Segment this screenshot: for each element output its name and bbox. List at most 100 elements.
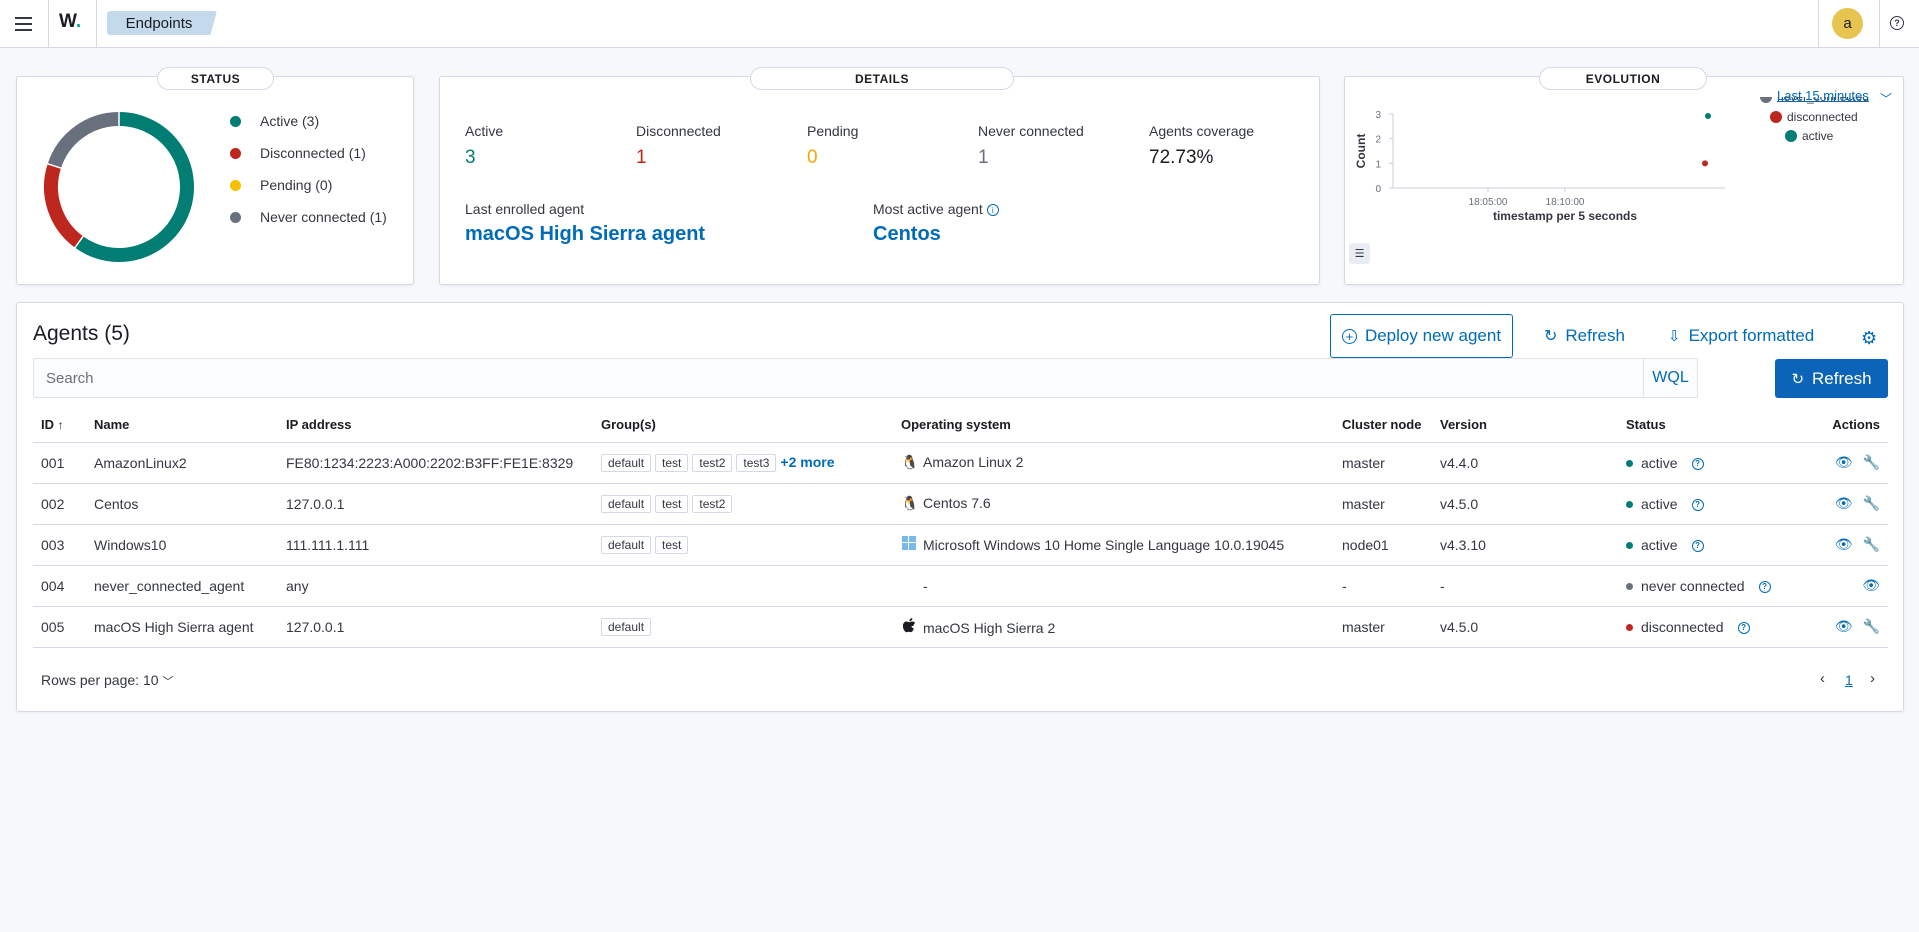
cell-status: active? [1618,483,1808,525]
time-range-link[interactable]: Last 15 minutes [1777,88,1869,103]
column-header-status[interactable]: Status [1618,408,1808,443]
legend-item-active[interactable]: Active (3) [230,113,319,129]
last-enrolled-agent-link[interactable]: macOS High Sierra agent [465,223,705,246]
legend-item-disconnected[interactable]: Disconnected (1) [230,145,366,161]
evolution-panel: EVOLUTION 0 1 2 3 18:05:00 18:10:00 timestamp … [1344,67,1904,285]
group-badge[interactable]: test [655,453,689,472]
stat-value-pending[interactable]: 0 [807,147,818,169]
app-logo[interactable]: W. [59,11,81,33]
group-badge[interactable]: default [601,535,652,554]
cell-name: Windows10 [86,524,278,566]
most-active-agent-link[interactable]: Centos [873,223,941,246]
group-badge[interactable]: default [601,617,652,636]
table-row[interactable]: 003 Windows10 111.111.1.111 default test … [33,524,1888,566]
help-icon[interactable]: ? [1890,16,1904,30]
column-label: ID [41,417,54,433]
y-axis-title: Count [1354,134,1368,169]
chevron-down-icon[interactable]: ﹀ [1880,90,1892,107]
configure-wrench-icon[interactable]: 🔧 [1863,618,1880,635]
column-header-os[interactable]: Operating system [893,408,1334,443]
os-label: Microsoft Windows 10 Home Single Languag… [923,537,1285,553]
stat-label-active: Active [465,123,504,139]
view-details-icon[interactable]: 👁 [1835,536,1853,553]
page-1-link[interactable]: 1 [1845,672,1853,688]
configure-wrench-icon[interactable]: 🔧 [1863,536,1880,553]
column-header-id[interactable]: ID ↑ [33,408,86,443]
group-badge[interactable]: default [601,453,652,472]
info-icon[interactable]: i [986,204,999,217]
group-badge[interactable]: default [601,494,652,513]
question-icon[interactable]: ? [1691,539,1704,552]
cell-name: Centos [86,483,278,525]
next-page-icon[interactable]: › [1870,670,1875,687]
question-icon[interactable]: ? [1737,621,1750,634]
stat-value-never-connected[interactable]: 1 [978,147,989,169]
table-row[interactable]: 001 AmazonLinux2 FE80:1234:2223:A000:220… [33,442,1888,484]
cell-id: 005 [33,606,86,648]
apple-icon [901,617,917,636]
deploy-new-agent-button[interactable]: + Deploy new agent [1330,314,1513,358]
column-header-ip[interactable]: IP address [278,408,593,443]
cell-cluster-node: node01 [1334,524,1432,566]
legend-item-pending[interactable]: Pending (0) [230,177,332,193]
refresh-link-button[interactable]: ↻ Refresh [1544,326,1625,346]
more-groups-link[interactable]: +2 more [780,454,834,470]
question-icon[interactable]: ? [1691,457,1704,470]
stat-value-active[interactable]: 3 [465,147,476,169]
status-label: disconnected [1641,618,1724,635]
cell-status: active? [1618,524,1808,566]
legend-item-never-connected[interactable]: Never connected (1) [230,209,387,225]
cell-actions: 👁 🔧 [1808,524,1888,566]
table-row[interactable]: 005 macOS High Sierra agent 127.0.0.1 de… [33,606,1888,648]
group-badge[interactable]: test3 [736,453,777,472]
refresh-button-label: Refresh [1812,368,1872,388]
group-badge[interactable]: test2 [692,494,733,513]
column-header-version[interactable]: Version [1432,408,1618,443]
donut-slice-active[interactable] [74,112,194,262]
stat-value-disconnected[interactable]: 1 [636,147,647,169]
view-details-icon[interactable]: 👁 [1835,618,1853,635]
legend-label-disconnected: disconnected [1787,110,1858,124]
wql-toggle[interactable]: WQL [1643,359,1697,397]
avatar[interactable]: a [1832,8,1863,39]
status-dot [1626,501,1633,509]
status-dot [1626,460,1633,468]
refresh-button[interactable]: ↻ Refresh [1775,359,1888,398]
divider [1818,0,1819,48]
divider [1879,0,1880,48]
configure-wrench-icon[interactable]: 🔧 [1863,495,1880,512]
view-details-icon[interactable]: 👁 [1835,495,1853,512]
search-input[interactable] [34,359,1614,397]
question-icon[interactable]: ? [1758,580,1771,593]
legend-label: Pending (0) [260,177,333,193]
breadcrumb-endpoints[interactable]: Endpoints [107,11,217,35]
donut-slice-disconnected[interactable] [44,163,84,248]
refresh-label: Refresh [1565,326,1625,345]
column-header-name[interactable]: Name [86,408,278,443]
question-icon[interactable]: ? [1691,498,1704,511]
agents-title: Agents (5) [33,322,130,345]
column-header-cluster-node[interactable]: Cluster node [1334,408,1432,443]
stat-label-disconnected: Disconnected [636,123,721,139]
prev-page-icon[interactable]: ‹ [1820,670,1825,687]
view-details-icon[interactable]: 👁 [1862,577,1880,594]
cell-ip: 111.111.1.111 [278,524,593,566]
group-badge[interactable]: test2 [692,453,733,472]
column-header-groups[interactable]: Group(s) [593,408,893,443]
table-row[interactable]: 002 Centos 127.0.0.1 default test test2 🐧 C… [33,483,1888,525]
group-badge[interactable]: test [655,535,689,554]
group-badge[interactable]: test [655,494,689,513]
legend-toggle-icon[interactable]: ☰ [1349,243,1370,264]
export-formatted-button[interactable]: ⇩ Export formatted [1668,326,1814,346]
rows-per-page-selector[interactable]: Rows per page: 10 ﹀ [41,672,173,689]
legend-dot [230,179,241,191]
table-row[interactable]: 004 never_connected_agent any - - - neve… [33,565,1888,607]
donut-slice-never-connected[interactable] [47,112,120,169]
legend-label-active: active [1802,129,1834,143]
menu-icon[interactable] [10,11,36,37]
view-details-icon[interactable]: 👁 [1835,454,1853,471]
configure-wrench-icon[interactable]: 🔧 [1863,454,1880,471]
y-tick-label: 2 [1375,135,1381,146]
details-panel-title: DETAILS [750,67,1014,90]
gear-icon[interactable]: ⚙ [1861,328,1877,349]
